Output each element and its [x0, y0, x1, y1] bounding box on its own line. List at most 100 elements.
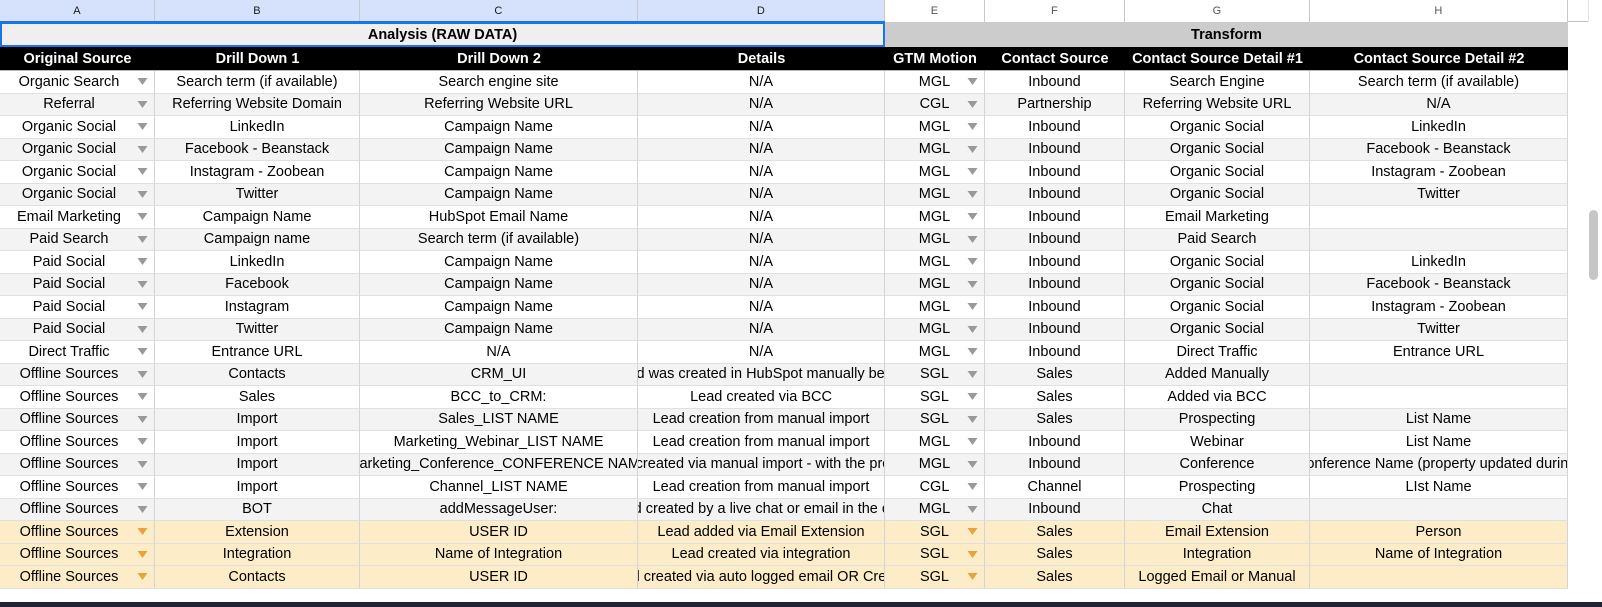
dropdown-chevron-icon[interactable] [136, 345, 149, 358]
cell-contact-source[interactable]: Sales [985, 543, 1125, 566]
cell-drill-down-2[interactable]: Campaign Name [360, 251, 638, 274]
grid-body[interactable]: Analysis (RAW DATA) Transform Original Sou… [0, 22, 1588, 589]
cell-drill-down-2[interactable]: Marketing_Webinar_LIST NAME [360, 431, 638, 454]
table-row[interactable]: Offline Sources Import Sales_LIST NAME Lead… [0, 408, 1588, 431]
cell-contact-source-detail-2[interactable] [1310, 206, 1568, 229]
cell-gtm-motion[interactable]: MGL [885, 341, 985, 364]
dropdown-chevron-icon[interactable] [966, 503, 979, 516]
cell-details[interactable]: Lead created via integration [638, 543, 885, 566]
cell-drill-down-1[interactable]: Instagram - Zoobean [155, 161, 360, 184]
table-row[interactable]: Offline Sources Import Channel_LIST NAME Le… [0, 476, 1588, 499]
cell-contact-source-detail-2[interactable]: LIst Name [1310, 476, 1568, 499]
cell-contact-source[interactable]: Inbound [985, 71, 1125, 94]
cell-details[interactable]: Lead created via BCC [638, 386, 885, 409]
cell-contact-source-detail-1[interactable]: Organic Social [1125, 116, 1310, 139]
dropdown-chevron-icon[interactable] [966, 413, 979, 426]
cell-contact-source-detail-1[interactable]: Integration [1125, 543, 1310, 566]
cell-gtm-motion[interactable]: SGL [885, 386, 985, 409]
cell-contact-source-detail-2[interactable]: LinkedIn [1310, 251, 1568, 274]
cell-contact-source-detail-2[interactable]: List Name [1310, 431, 1568, 454]
cell-drill-down-1[interactable]: Search term (if available) [155, 71, 360, 94]
table-row[interactable]: Offline Sources Import Marketing_Conferenc… [0, 453, 1588, 476]
cell-drill-down-2[interactable]: Sales_LIST NAME [360, 408, 638, 431]
cell-contact-source[interactable]: Sales [985, 386, 1125, 409]
table-row[interactable]: Offline Sources Contacts USER ID Lead creat… [0, 566, 1588, 589]
dropdown-chevron-icon[interactable] [966, 368, 979, 381]
dropdown-chevron-icon[interactable] [136, 120, 149, 133]
table-row[interactable]: Paid Social Twitter Campaign Name N/A MGL Inb… [0, 318, 1588, 341]
cell-contact-source-detail-2[interactable]: N/A [1310, 93, 1568, 116]
cell-drill-down-2[interactable]: Campaign Name [360, 138, 638, 161]
table-row[interactable]: Organic Social Twitter Campaign Name N/A MGL… [0, 183, 1588, 206]
cell-drill-down-1[interactable]: Instagram [155, 296, 360, 319]
cell-details[interactable]: Lead was created in HubSpot manually bef… [638, 363, 885, 386]
cell-contact-source-detail-1[interactable]: Referring Website URL [1125, 93, 1310, 116]
cell-drill-down-2[interactable]: Campaign Name [360, 116, 638, 139]
cell-drill-down-2[interactable]: Search term (if available) [360, 228, 638, 251]
cell-contact-source[interactable]: Inbound [985, 183, 1125, 206]
cell-drill-down-2[interactable]: N/A [360, 341, 638, 364]
column-title-details[interactable]: Details [638, 47, 885, 71]
cell-contact-source-detail-2[interactable] [1310, 498, 1568, 521]
dropdown-chevron-icon[interactable] [136, 143, 149, 156]
cell-gtm-motion[interactable]: MGL [885, 161, 985, 184]
vertical-scrollbar[interactable] [1588, 22, 1599, 607]
dropdown-chevron-icon[interactable] [966, 480, 979, 493]
cell-original-source[interactable]: Offline Sources [0, 363, 155, 386]
dropdown-chevron-icon[interactable] [136, 278, 149, 291]
column-title-drill-down-2[interactable]: Drill Down 2 [360, 47, 638, 71]
cell-contact-source[interactable]: Inbound [985, 318, 1125, 341]
cell-drill-down-1[interactable]: LinkedIn [155, 251, 360, 274]
cell-contact-source[interactable]: Inbound [985, 206, 1125, 229]
column-title-contact-source-detail-2[interactable]: Contact Source Detail #2 [1310, 47, 1568, 71]
cell-drill-down-2[interactable]: Campaign Name [360, 183, 638, 206]
dropdown-chevron-icon[interactable] [136, 503, 149, 516]
cell-contact-source-detail-1[interactable]: Organic Social [1125, 161, 1310, 184]
cell-drill-down-2[interactable]: Campaign Name [360, 318, 638, 341]
table-row[interactable]: Offline Sources Integration Name of Integr… [0, 543, 1588, 566]
dropdown-chevron-icon[interactable] [966, 323, 979, 336]
cell-contact-source-detail-2[interactable]: Name of Integration [1310, 543, 1568, 566]
cell-contact-source[interactable]: Sales [985, 408, 1125, 431]
cell-contact-source[interactable]: Inbound [985, 251, 1125, 274]
column-header-f[interactable]: F [985, 0, 1125, 22]
cell-contact-source-detail-1[interactable]: Organic Social [1125, 251, 1310, 274]
cell-original-source[interactable]: Direct Traffic [0, 341, 155, 364]
dropdown-chevron-icon[interactable] [136, 390, 149, 403]
cell-details[interactable]: Lead creation from manual import [638, 408, 885, 431]
cell-original-source[interactable]: Paid Social [0, 273, 155, 296]
dropdown-chevron-icon[interactable] [966, 143, 979, 156]
table-row[interactable]: Referral Referring Website Domain Referrin… [0, 93, 1588, 116]
cell-original-source[interactable]: Offline Sources [0, 386, 155, 409]
cell-drill-down-1[interactable]: Twitter [155, 183, 360, 206]
cell-details[interactable]: N/A [638, 273, 885, 296]
cell-gtm-motion[interactable]: MGL [885, 296, 985, 319]
dropdown-chevron-icon[interactable] [136, 368, 149, 381]
cell-contact-source-detail-1[interactable]: Prospecting [1125, 408, 1310, 431]
cell-drill-down-1[interactable]: Campaign Name [155, 206, 360, 229]
spreadsheet-grid[interactable]: A B C D E F G H Analysis (RAW DATA) Transform Ori… [0, 0, 1602, 607]
dropdown-chevron-icon[interactable] [136, 300, 149, 313]
cell-details[interactable]: N/A [638, 183, 885, 206]
cell-drill-down-1[interactable]: Referring Website Domain [155, 93, 360, 116]
dropdown-chevron-icon[interactable] [136, 98, 149, 111]
cell-drill-down-2[interactable]: Campaign Name [360, 161, 638, 184]
table-row[interactable]: Direct Traffic Entrance URL N/A N/A MGL Inbou… [0, 341, 1588, 364]
cell-contact-source-detail-2[interactable] [1310, 386, 1568, 409]
cell-drill-down-2[interactable]: BCC_to_CRM: [360, 386, 638, 409]
table-row[interactable]: Organic Social Facebook - Beanstack Campai… [0, 138, 1588, 161]
dropdown-chevron-icon[interactable] [136, 165, 149, 178]
dropdown-chevron-icon[interactable] [136, 75, 149, 88]
dropdown-chevron-icon[interactable] [966, 165, 979, 178]
cell-contact-source[interactable]: Inbound [985, 453, 1125, 476]
cell-drill-down-1[interactable]: Import [155, 453, 360, 476]
cell-original-source[interactable]: Offline Sources [0, 543, 155, 566]
dropdown-chevron-icon[interactable] [966, 98, 979, 111]
cell-drill-down-2[interactable]: Marketing_Conference_CONFERENCE NAME [360, 453, 638, 476]
dropdown-chevron-icon[interactable] [136, 480, 149, 493]
column-title-gtm-motion[interactable]: GTM Motion [885, 47, 985, 71]
cell-gtm-motion[interactable]: MGL [885, 116, 985, 139]
cell-gtm-motion[interactable]: MGL [885, 498, 985, 521]
dropdown-chevron-icon[interactable] [966, 188, 979, 201]
table-row[interactable]: Paid Search Campaign name Search term (if … [0, 228, 1588, 251]
